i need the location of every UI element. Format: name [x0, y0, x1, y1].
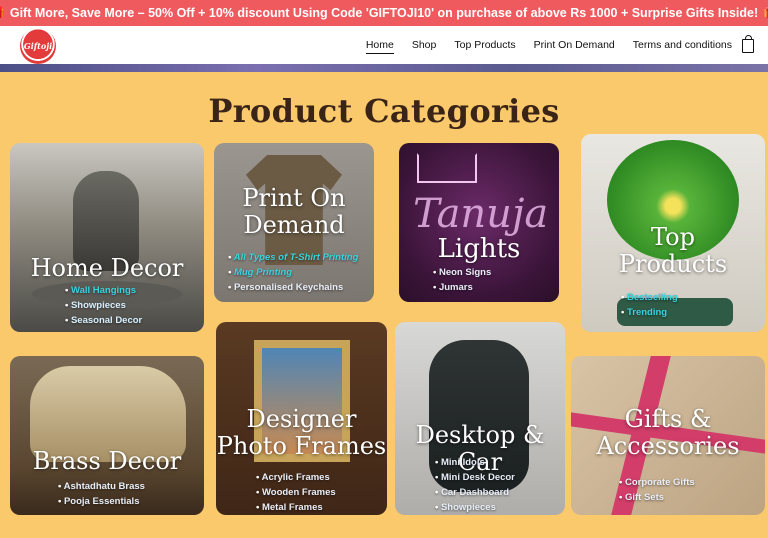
page-title: Product Categories — [208, 92, 560, 130]
category-card-desktop-car[interactable]: Desktop & Car Mini Idols Mini Desk Decor… — [395, 322, 565, 515]
category-card-lights[interactable]: Tanuja Lights Neon Signs Jumars — [399, 143, 559, 302]
nav-print-on-demand[interactable]: Print On Demand — [534, 39, 615, 53]
category-item-list: Wall Hangings Showpieces Seasonal Decor — [65, 283, 142, 328]
main-nav: Home Shop Top Products Print On Demand T… — [348, 26, 754, 66]
category-item[interactable]: Mini Idols — [435, 455, 515, 470]
category-item[interactable]: Jumars — [433, 280, 491, 295]
category-item[interactable]: Pooja Essentials — [58, 494, 145, 509]
hero-strip — [0, 64, 768, 72]
category-card-photo-frames[interactable]: Designer Photo Frames Acrylic Frames Woo… — [216, 322, 387, 515]
category-item[interactable]: Gift Sets — [619, 490, 695, 505]
category-item[interactable]: Acrylic Frames — [256, 470, 336, 485]
shopping-bag-icon[interactable] — [742, 35, 754, 53]
category-item[interactable]: All Types of T-Shirt Printing — [228, 250, 359, 265]
category-item-list: All Types of T-Shirt Printing Mug Printi… — [228, 250, 359, 295]
category-card-brass-decor[interactable]: Brass Decor Ashtadhatu Brass Pooja Essen… — [10, 356, 204, 515]
category-item[interactable]: Bestselling — [621, 290, 678, 305]
category-item[interactable]: Ashtadhatu Brass — [58, 479, 145, 494]
category-item[interactable]: Wooden Frames — [256, 485, 336, 500]
crown-neon-image — [417, 153, 477, 183]
category-card-print-on-demand[interactable]: Print On Demand All Types of T-Shirt Pri… — [214, 143, 374, 302]
category-item-list: Acrylic Frames Wooden Frames Metal Frame… — [256, 470, 336, 515]
nav-shop[interactable]: Shop — [412, 39, 437, 53]
category-item-list: Neon Signs Jumars — [433, 265, 491, 295]
category-title: Print On Demand — [242, 184, 346, 239]
category-item-list: Bestselling Trending — [621, 290, 678, 320]
category-item[interactable]: Showpieces — [65, 298, 142, 313]
nav-top-products[interactable]: Top Products — [454, 39, 515, 53]
category-item-list: Ashtadhatu Brass Pooja Essentials — [58, 479, 145, 509]
category-title: Gifts & Accessories — [596, 405, 740, 460]
category-item[interactable]: Corporate Gifts — [619, 475, 695, 490]
category-title: Home Decor — [30, 254, 184, 282]
category-card-gifts-accessories[interactable]: Gifts & Accessories Corporate Gifts Gift… — [571, 356, 765, 515]
category-item[interactable]: Personalised Keychains — [228, 280, 358, 295]
category-title: Top Products — [618, 223, 728, 278]
gift-icon: 🎁 — [0, 6, 5, 20]
nav-terms[interactable]: Terms and conditions — [633, 39, 732, 53]
category-card-home-decor[interactable]: Home Decor Wall Hangings Showpieces Seas… — [10, 143, 204, 332]
logo-text: Giftoji — [23, 41, 53, 51]
category-item[interactable]: Wall Hangings — [65, 283, 142, 298]
site-header: Giftoji Home Shop Top Products Print On … — [0, 26, 768, 66]
nav-home[interactable]: Home — [365, 39, 394, 54]
category-item-list: Mini Idols Mini Desk Decor Car Dashboard… — [435, 455, 515, 515]
category-title: Lights — [437, 234, 521, 264]
neon-sign-text: Tanuja — [413, 191, 549, 237]
category-title: Brass Decor — [32, 447, 182, 475]
category-item[interactable]: Mini Desk Decor — [435, 470, 515, 485]
category-item[interactable]: Metal Frames — [256, 500, 336, 515]
category-title: Designer Photo Frames — [216, 405, 387, 460]
gift-icon: 🎁 — [763, 6, 768, 20]
category-item-list: Corporate Gifts Gift Sets — [619, 475, 695, 505]
promo-banner: 🎁 Gift More, Save More – 50% Off + 10% d… — [0, 0, 768, 26]
category-card-top-products[interactable]: Top Products Bestselling Trending — [581, 134, 765, 332]
category-item[interactable]: Neon Signs — [433, 265, 491, 280]
promo-text: Gift More, Save More – 50% Off + 10% dis… — [9, 6, 759, 20]
category-item[interactable]: Car Dashboard — [435, 485, 515, 500]
category-item[interactable]: Seasonal Decor — [65, 313, 142, 328]
category-item[interactable]: Showpieces — [435, 500, 515, 515]
category-item[interactable]: Trending — [621, 305, 678, 320]
site-logo[interactable]: Giftoji — [20, 28, 56, 64]
category-item[interactable]: Mug Printing — [228, 265, 358, 280]
